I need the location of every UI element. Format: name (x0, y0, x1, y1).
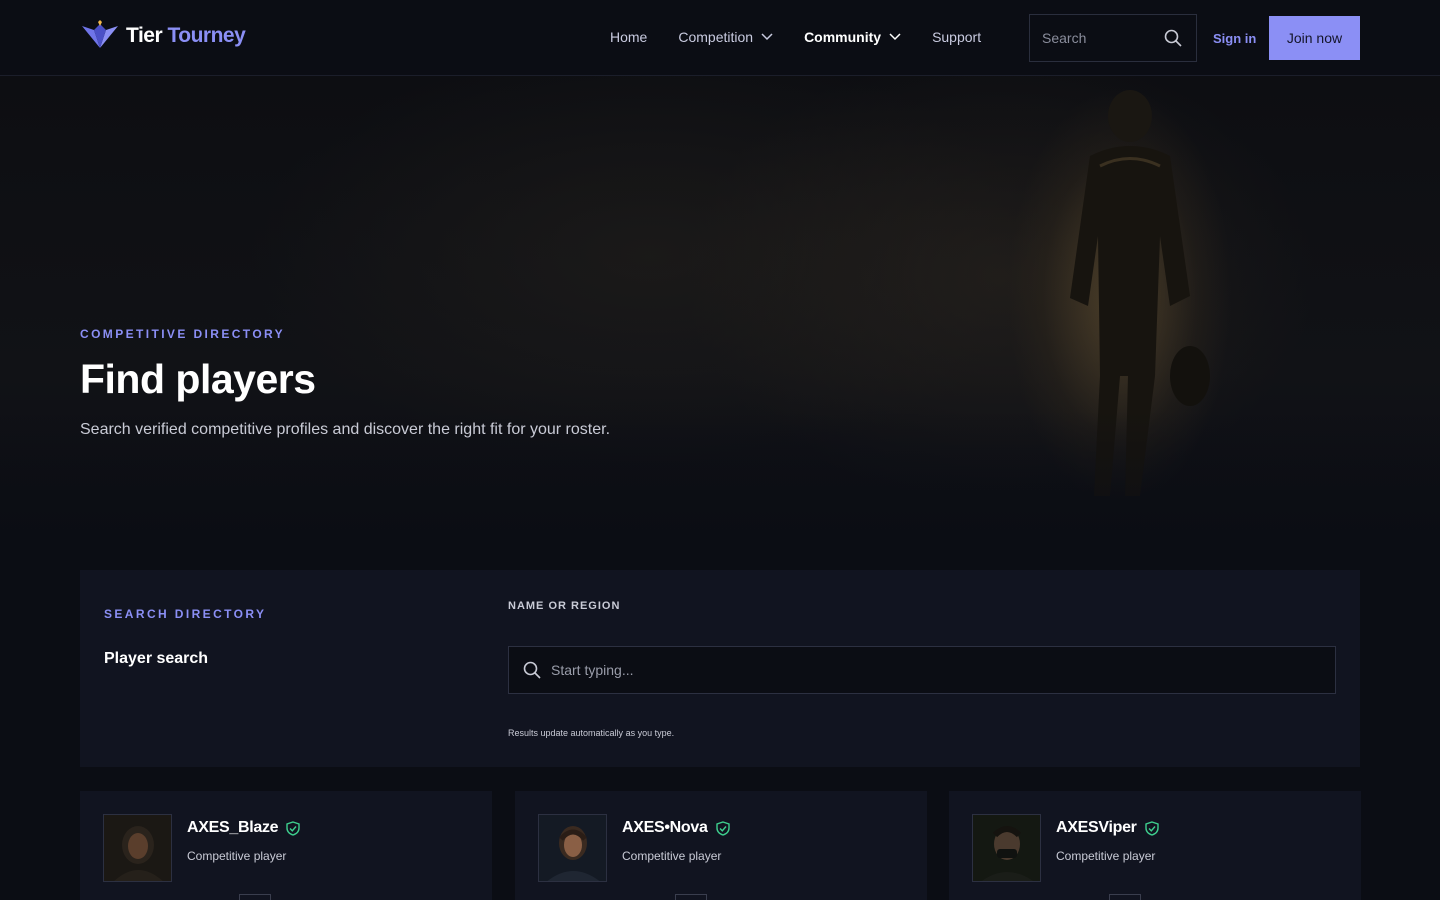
nav-support[interactable]: Support (932, 29, 981, 45)
page-title: Find players (80, 356, 316, 402)
player-card[interactable]: AXES_Blaze Competitive player (80, 791, 492, 900)
nav-competition[interactable]: Competition (678, 29, 773, 45)
sign-in-link[interactable]: Sign in (1213, 31, 1256, 46)
name-region-label: NAME OR REGION (508, 600, 621, 612)
brand-logo[interactable]: Tier Tourney (80, 20, 246, 52)
hero-eyebrow: COMPETITIVE DIRECTORY (80, 327, 286, 341)
player-card[interactable]: AXESViper Competitive player (949, 791, 1361, 900)
avatar (972, 814, 1041, 882)
chevron-down-icon (889, 33, 901, 41)
player-role: Competitive player (187, 849, 287, 863)
player-search-field[interactable] (508, 646, 1336, 694)
avatar (103, 814, 172, 882)
player-role: Competitive player (1056, 849, 1156, 863)
nav-community[interactable]: Community (804, 29, 901, 45)
player-role: Competitive player (622, 849, 722, 863)
logo-icon (82, 20, 118, 48)
player-name[interactable]: AXES•Nova (622, 819, 730, 837)
top-nav: Tier Tourney Home Competition Community … (0, 0, 1440, 76)
verified-shield-icon (1144, 820, 1159, 836)
search-hint: Results update automatically as you type… (508, 728, 675, 738)
avatar (538, 814, 607, 882)
card-footer-element (239, 894, 271, 900)
search-panel: SEARCH DIRECTORY Player search NAME OR R… (80, 570, 1360, 767)
nav-home[interactable]: Home (610, 29, 647, 45)
search-panel-eyebrow: SEARCH DIRECTORY (104, 607, 267, 621)
card-footer-element (675, 894, 707, 900)
player-name[interactable]: AXESViper (1056, 819, 1159, 837)
search-panel-title: Player search (104, 650, 209, 667)
search-icon (523, 661, 541, 679)
card-footer-element (1109, 894, 1141, 900)
verified-shield-icon (286, 820, 300, 836)
chevron-down-icon (761, 33, 773, 41)
join-now-button[interactable]: Join now (1269, 16, 1360, 60)
nav-links: Home Competition Community Support (610, 29, 1012, 45)
brand-name: Tier Tourney (126, 24, 246, 47)
nav-search[interactable] (1029, 14, 1197, 62)
search-icon[interactable] (1164, 29, 1182, 47)
player-search-input[interactable] (551, 662, 1311, 678)
player-name[interactable]: AXES_Blaze (187, 819, 300, 837)
hero-banner: COMPETITIVE DIRECTORY Find players Searc… (0, 76, 1440, 570)
player-card[interactable]: AXES•Nova Competitive player (515, 791, 927, 900)
nav-search-input[interactable] (1042, 30, 1152, 46)
hero-subtitle: Search verified competitive profiles and… (80, 421, 611, 438)
verified-shield-icon (715, 820, 730, 836)
